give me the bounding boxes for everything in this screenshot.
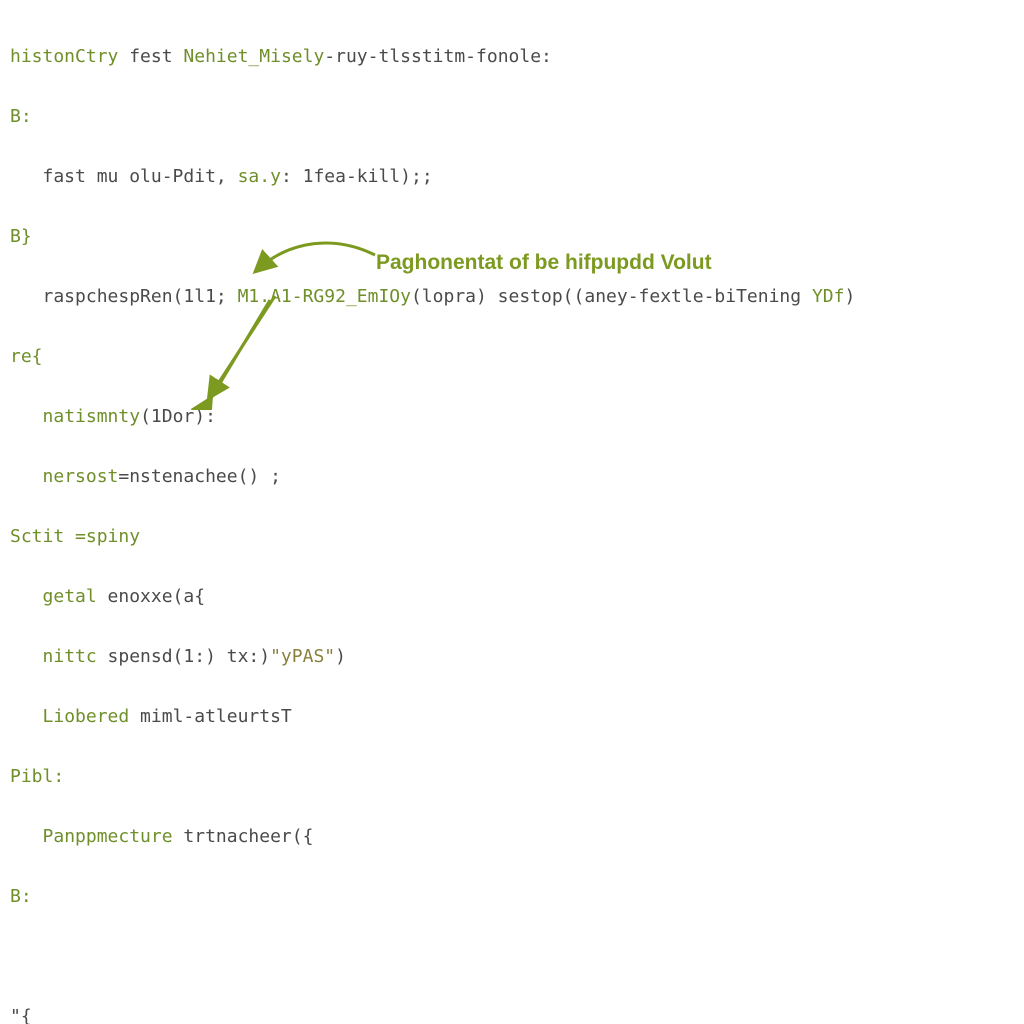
code-line: raspchespRen(1l1; M1.A1-RG92_EmIOy(lopra… [10,282,1014,312]
code-line: getal enoxxe(a{ [10,582,1014,612]
code-line: histonCtry fest Nehiet_Misely-ruy-tlssti… [10,42,1014,72]
code-line: Liobered miml-atleurtsT [10,702,1014,732]
code-line: nersost=nstenachee() ; [10,462,1014,492]
annotation-callout-label: Paghonentat of be hifpupdd Volut [376,248,712,278]
code-line: re{ [10,342,1014,372]
token-keyword: histonCtry [10,46,118,67]
code-line [10,942,1014,972]
code-line: nittc spensd(1:) tx:)"yPAS") [10,642,1014,672]
code-line: B: [10,102,1014,132]
code-line: Sctit =spiny [10,522,1014,552]
code-editor-viewport[interactable]: histonCtry fest Nehiet_Misely-ruy-tlssti… [0,0,1024,1024]
code-line: natismnty(1Dor): [10,402,1014,432]
code-line: "{ [10,1002,1014,1024]
code-line: Pibl: [10,762,1014,792]
code-line: B: [10,882,1014,912]
code-line: Panppmecture trtnacheer({ [10,822,1014,852]
code-line: fast mu olu-Pdit, sa.y: 1fea-kill);; [10,162,1014,192]
